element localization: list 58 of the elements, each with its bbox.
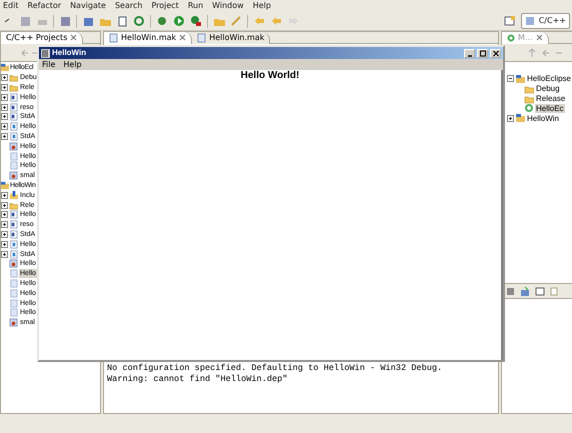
back-icon[interactable]	[542, 48, 550, 56]
close-icon[interactable]	[179, 34, 186, 41]
folder-icon	[9, 190, 18, 200]
up-icon[interactable]	[528, 48, 536, 57]
project-icon	[514, 113, 525, 124]
file-icon[interactable]	[116, 15, 128, 27]
console-line: Warning: cannot find "HelloWin.dep"	[106, 374, 288, 385]
target-icon	[524, 103, 534, 114]
image-icon	[9, 318, 18, 328]
perspective-icon	[524, 16, 535, 26]
hello-text: Hello World!	[240, 70, 300, 81]
perspective-button[interactable]: C/C++	[520, 13, 570, 29]
maximize-icon	[478, 50, 486, 56]
back-icon[interactable]	[270, 15, 282, 27]
console-line: No configuration specified. Defaulting to HelloWin - Win32 Debug.	[106, 363, 444, 374]
tree-item[interactable]: Release	[534, 94, 566, 103]
folder-icon	[524, 94, 534, 104]
menu-item[interactable]: Window	[212, 1, 244, 11]
tree-item[interactable]: HelloWin	[526, 114, 560, 123]
app-icon	[41, 48, 50, 58]
project-icon	[514, 74, 525, 84]
menu-item[interactable]: Navigate	[70, 1, 106, 11]
view-tab[interactable]: C/C++ Projects	[1, 32, 84, 44]
project-icon	[0, 180, 9, 190]
tree-item[interactable]: HelloEclipse	[526, 74, 572, 84]
menu-item[interactable]: Search	[114, 1, 142, 11]
menu-item[interactable]: Help	[252, 1, 271, 11]
tree-item[interactable]: HelloEc	[534, 104, 565, 113]
image-icon	[9, 142, 18, 151]
close-button[interactable]	[490, 48, 501, 58]
menu-item[interactable]: Refactor	[28, 1, 62, 11]
editor-tab[interactable]: HelloWin.mak	[192, 32, 270, 44]
folder-icon	[524, 84, 534, 94]
menu-item[interactable]: Help	[63, 60, 82, 70]
tree-item[interactable]: Debug	[534, 84, 561, 94]
back-icon[interactable]	[21, 48, 29, 56]
open-perspective-icon[interactable]	[504, 15, 516, 27]
file-icon	[197, 32, 206, 42]
display-icon[interactable]	[534, 286, 545, 296]
editor-tab[interactable]: HelloWin.mak	[104, 32, 192, 44]
maximize-button[interactable]	[477, 48, 488, 58]
file-icon	[109, 32, 118, 42]
close-icon[interactable]	[70, 34, 78, 41]
image-icon	[9, 171, 18, 180]
target-icon	[506, 34, 515, 42]
image-icon	[9, 259, 18, 268]
minimize-button[interactable]	[464, 48, 475, 58]
project-icon	[0, 63, 9, 72]
close-icon[interactable]	[536, 34, 542, 41]
menu-item[interactable]: Run	[188, 1, 204, 11]
folder-icon	[9, 200, 18, 210]
close-icon	[492, 50, 500, 56]
menu-item[interactable]: Edit	[3, 1, 18, 11]
back-icon[interactable]	[253, 15, 265, 27]
run-icon[interactable]	[173, 15, 185, 27]
menu-item[interactable]: Project	[151, 1, 179, 11]
menu-item[interactable]: File	[42, 60, 56, 70]
window-title: HelloWin	[52, 48, 86, 58]
